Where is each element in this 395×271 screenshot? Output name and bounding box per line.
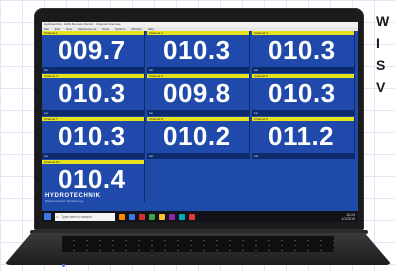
side-letter: S [376,57,386,73]
tile-unit: bar [149,68,154,72]
taskbar-app-icon[interactable] [149,213,155,220]
tile-unit: bar [44,154,49,158]
tile-value: 010.3 [58,121,126,151]
channel-tile[interactable]: Channel 1 009.7 bar [42,31,145,73]
system-tray-clock[interactable]: 10:24 1/1/2019 [341,213,355,221]
side-letter: V [376,79,386,95]
side-letter: I [376,35,380,51]
side-letter: W [376,13,390,29]
channel-tile[interactable]: Channel 5 009.8 bar [147,74,250,116]
channel-tile-grid: Channel 1 009.7 bar Channel 2 010.3 bar … [42,31,358,202]
tile-unit: bar [44,111,49,115]
taskbar-app-icon[interactable] [159,213,165,220]
channel-tile[interactable]: Channel 3 010.3 bar [252,31,355,73]
tile-value: 009.7 [58,35,126,65]
tile-footer: bar [252,110,354,116]
logo-tagline: Measurement Technology [45,199,84,203]
tile-value: 011.2 [268,121,335,151]
tile-footer: bar [42,110,144,116]
channel-tile[interactable]: Channel 9 011.2 bar [252,117,355,159]
taskbar-search-input[interactable]: Type here to search [55,212,115,221]
taskbar-app-icon[interactable] [119,213,125,220]
tile-value: 010.4 [58,164,126,194]
laptop-screen: Hydrotechnik - HMG Remote Monitor - Chan… [42,22,358,222]
windows-taskbar: Type here to search 10:24 1/1/2019 [42,211,358,222]
tray-date: 1/1/2019 [341,216,355,221]
taskbar-app-icon[interactable] [189,213,195,220]
laptop-keyboard [62,236,334,252]
tile-value: 010.3 [268,35,336,65]
tile-unit: bar [149,111,154,115]
channel-tile[interactable]: Channel 8 010.2 bar [147,117,250,159]
power-led [62,264,65,267]
taskbar-app-icon[interactable] [179,213,185,220]
tile-unit: bar [254,154,259,158]
tile-footer: bar [252,153,354,159]
taskbar-app-icon[interactable] [169,213,175,220]
tile-footer: bar [147,110,249,116]
windows-start-icon[interactable] [44,213,51,220]
tile-unit: bar [149,154,154,158]
hydrotechnik-logo: HYDROTECHNIK Measurement Technology [45,193,101,203]
channel-tile[interactable]: Channel 7 010.3 bar [42,117,145,159]
tile-value: 010.2 [163,121,231,151]
tile-footer: bar [42,153,144,159]
tile-footer: bar [42,67,144,73]
tile-footer: bar [147,67,249,73]
tile-value: 010.3 [58,78,126,108]
tile-unit: bar [44,68,49,72]
channel-tile[interactable]: Channel 6 010.3 bar [252,74,355,116]
tile-value: 010.3 [163,35,231,65]
tile-unit: bar [254,68,259,72]
taskbar-app-icon[interactable] [139,213,145,220]
channel-tile[interactable]: Channel 2 010.3 bar [147,31,250,73]
channel-tile[interactable]: Channel 4 010.3 bar [42,74,145,116]
cropped-side-text: W I S V [376,10,395,98]
tile-footer: bar [252,67,354,73]
tile-unit: bar [254,111,259,115]
tile-value: 009.8 [163,78,231,108]
taskbar-app-icon[interactable] [129,213,135,220]
tile-footer: bar [147,153,249,159]
tile-value: 010.3 [268,78,336,108]
